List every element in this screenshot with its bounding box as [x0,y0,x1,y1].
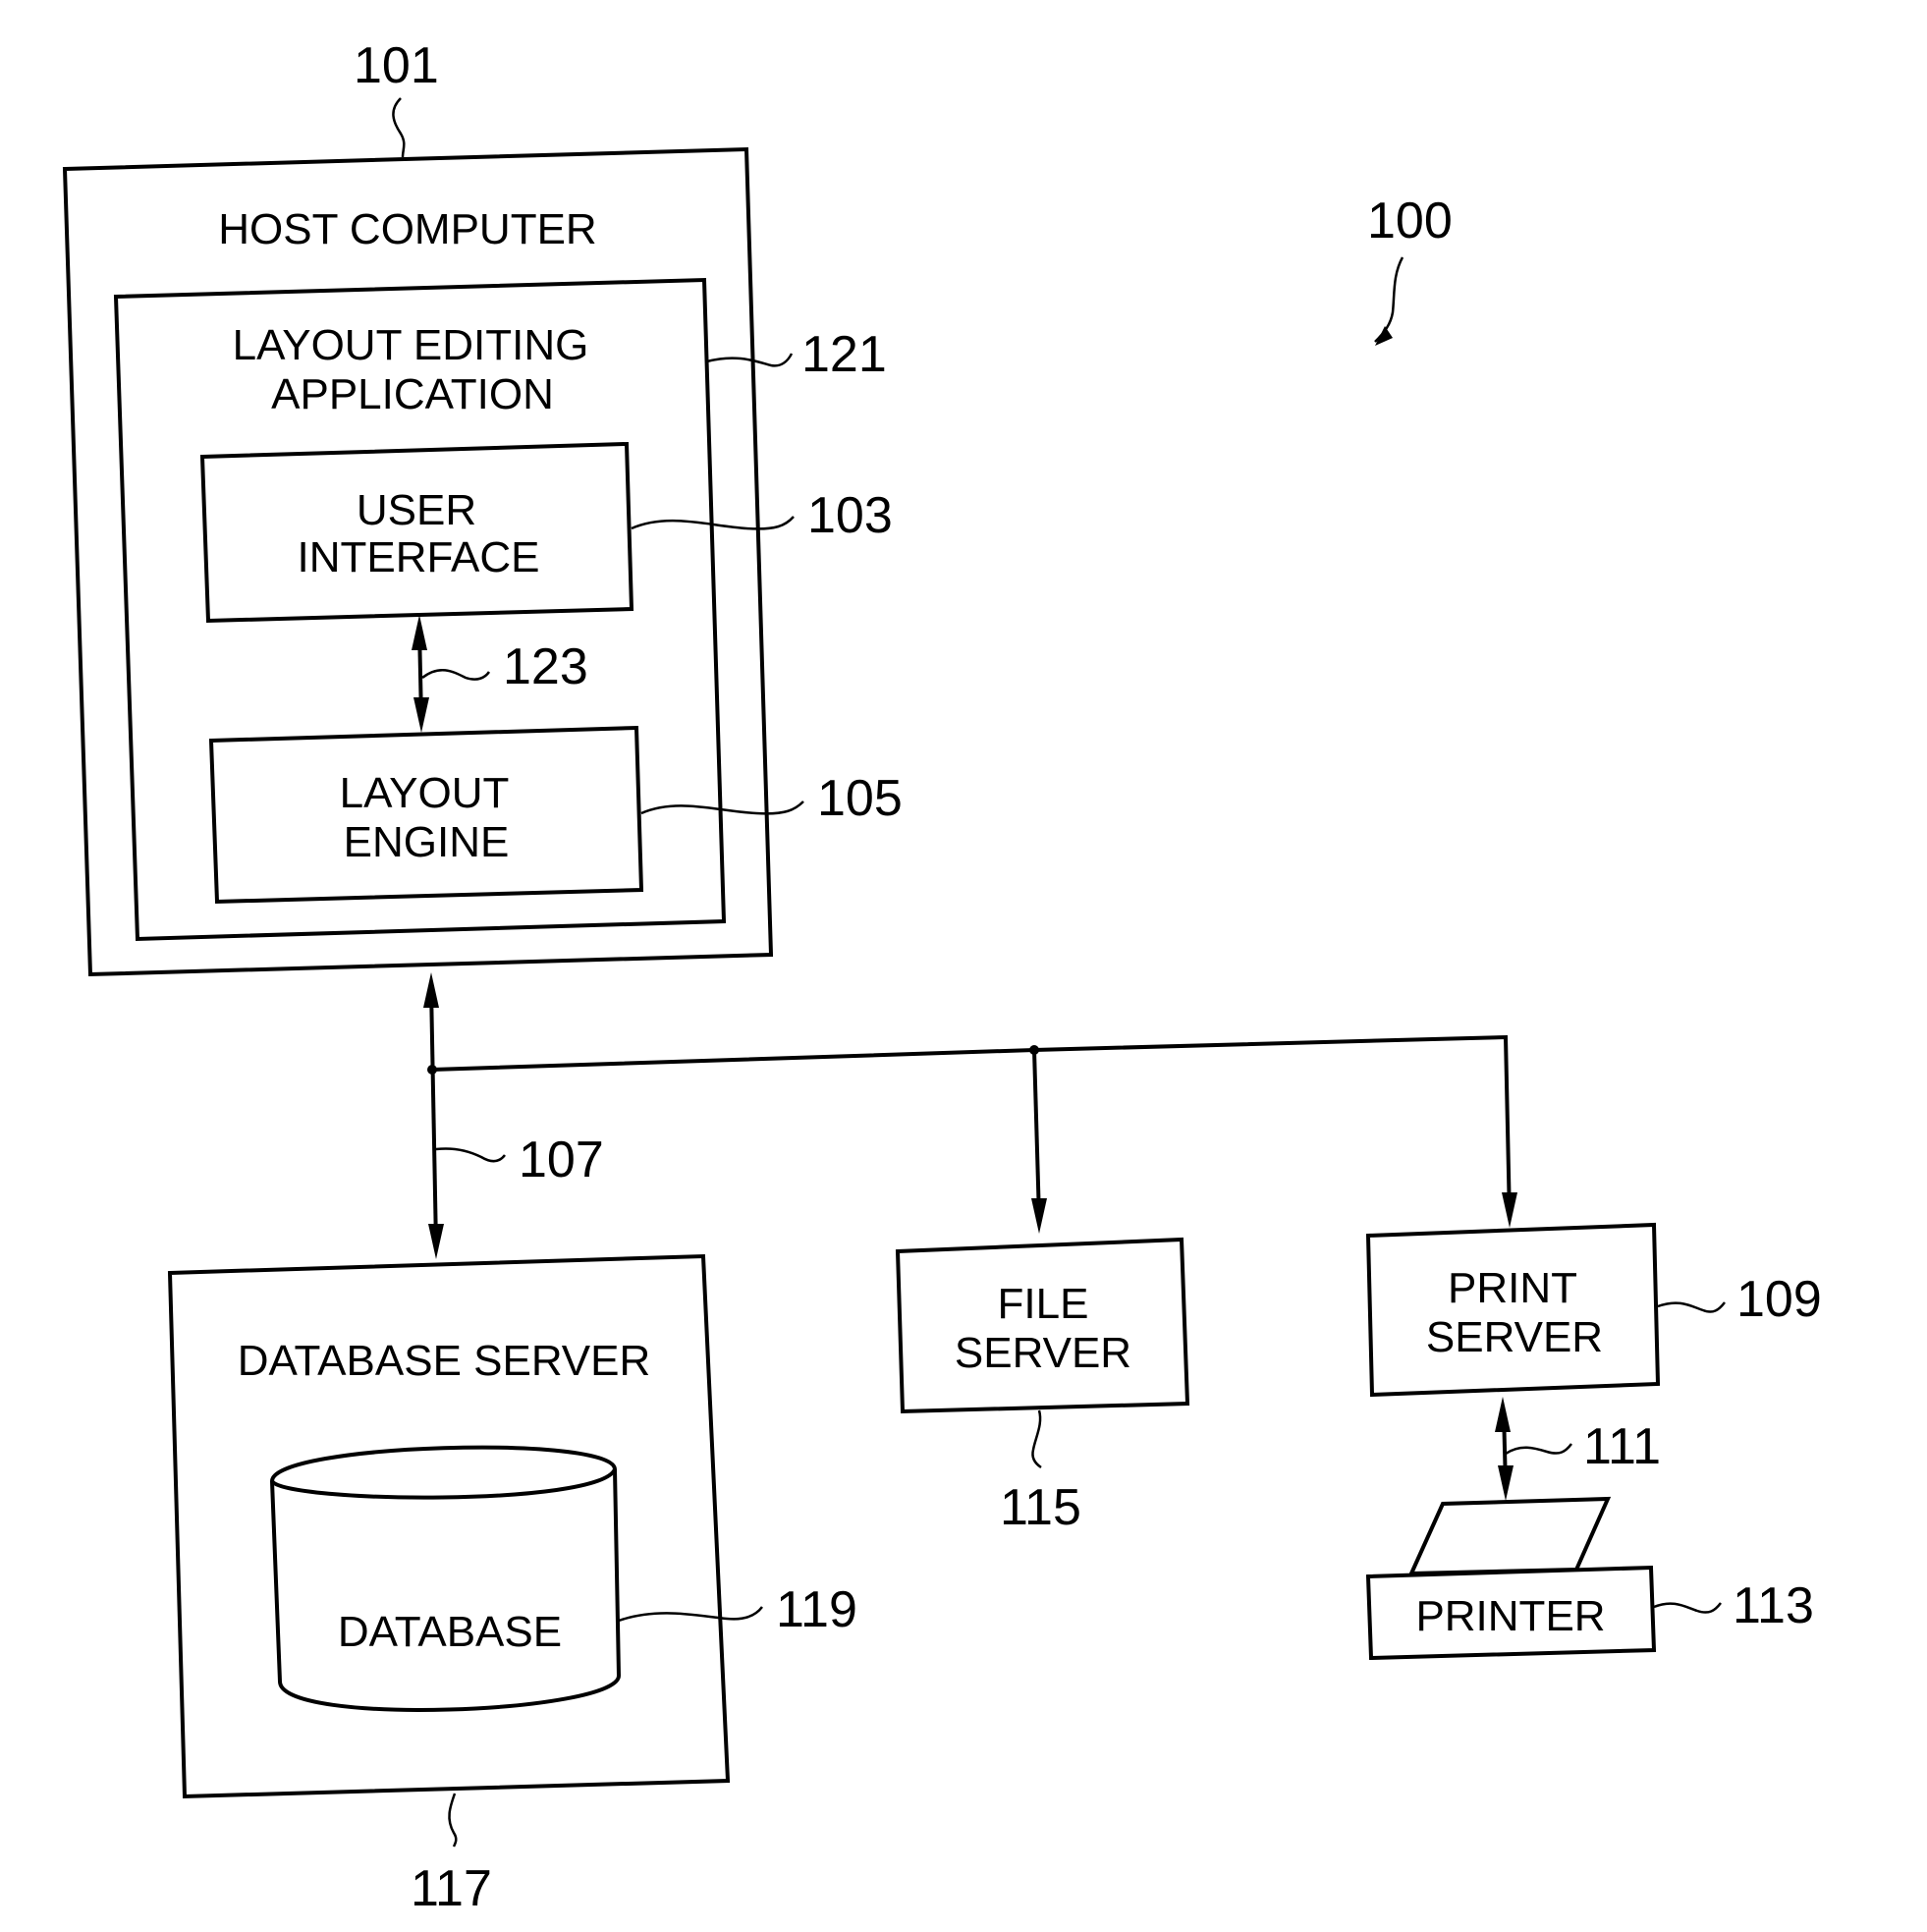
leader-111 [1505,1443,1572,1456]
printer-link: 111 [1495,1397,1661,1501]
print-server: PRINT SERVER 109 [1365,1222,1822,1398]
ref-113: 113 [1733,1577,1814,1634]
host-computer-label: HOST COMPUTER [218,205,596,253]
ref-111: 111 [1583,1418,1661,1475]
network-bus: 107 [423,972,1517,1259]
bus-line [431,1034,1512,1219]
printer-label: PRINTER [1415,1592,1605,1640]
file-server-label-line-2: SERVER [955,1329,1131,1377]
ui-label-line-1: USER [357,486,476,534]
user-interface: USER INTERFACE 103 [199,441,893,624]
ref-123: 123 [503,638,588,695]
arrow-down-icon [428,1224,444,1259]
app-label-line-2: APPLICATION [271,370,554,418]
arrow-up-icon [1495,1397,1511,1432]
layout-engine: LAYOUT ENGINE 105 [208,725,903,905]
leader-113 [1653,1602,1722,1614]
print-server-label-line-1: PRINT [1448,1264,1577,1312]
printer-paper-icon [1407,1496,1612,1576]
ref-109: 109 [1736,1271,1822,1328]
leader-115 [1031,1409,1042,1469]
ref-101: 101 [354,37,439,94]
host-db-connector [429,987,438,1246]
arrow-up-icon [423,972,439,1008]
file-server: FILE SERVER 115 [895,1237,1190,1536]
arrow-down-icon [1031,1198,1047,1234]
printer: PRINTER 113 [1365,1496,1814,1661]
system-reference: 100 [1367,193,1453,346]
leader-117 [448,1793,458,1848]
database-label: DATABASE [338,1608,562,1656]
engine-label-line-2: ENGINE [344,818,510,866]
ref-107: 107 [519,1132,604,1188]
engine-label-line-1: LAYOUT [340,769,510,817]
ref-100: 100 [1367,193,1453,249]
file-server-label-line-1: FILE [998,1280,1089,1328]
ref-115: 115 [1000,1479,1081,1536]
leader-109 [1657,1301,1726,1313]
arrow-down-icon [1498,1465,1514,1501]
app-label-line-1: LAYOUT EDITING [233,321,589,369]
system-leader [1374,256,1404,343]
ref-121: 121 [801,326,887,383]
leader-101 [392,97,406,158]
system-diagram: 100 HOST COMPUTER 101 LAYOUT EDITING APP… [62,37,1822,1917]
leader-107 [435,1147,506,1163]
ref-117: 117 [411,1860,492,1917]
ref-119: 119 [776,1581,857,1638]
ref-105: 105 [817,770,903,827]
arrow-down-icon [1502,1192,1517,1228]
database-server-label: DATABASE SERVER [238,1337,651,1385]
bus-file-connector [1032,1049,1041,1219]
print-server-label-line-2: SERVER [1426,1313,1603,1361]
arrowhead-icon [1375,326,1393,346]
ui-label-line-2: INTERFACE [298,533,540,581]
ref-103: 103 [807,487,893,544]
database: DATABASE 119 [269,1445,857,1712]
